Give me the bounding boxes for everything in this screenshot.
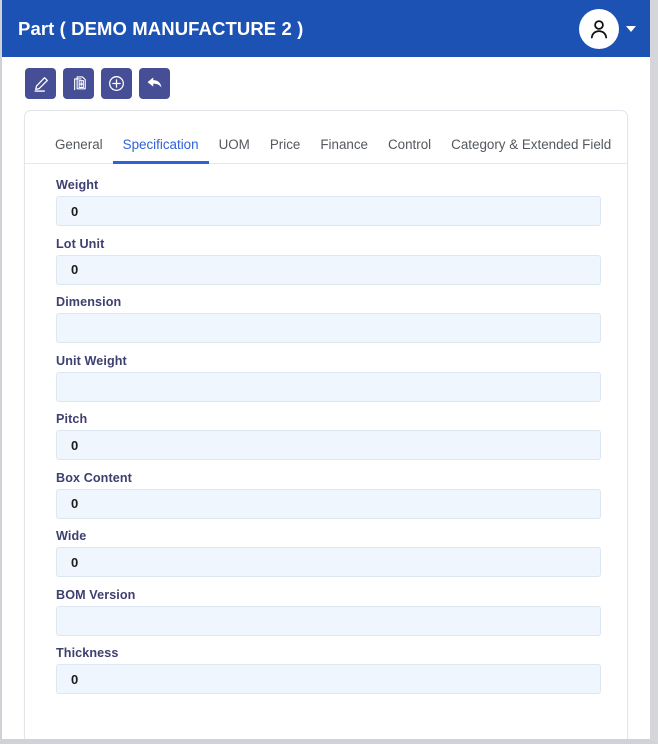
field-dimension: Dimension bbox=[56, 295, 601, 343]
field-label-weight: Weight bbox=[56, 178, 99, 192]
tab-finance[interactable]: Finance bbox=[310, 133, 378, 164]
content-card: General Specification UOM Price Finance … bbox=[24, 110, 628, 739]
action-toolbar bbox=[2, 57, 650, 109]
app-window: Part ( DEMO MANUFACTURE 2 ) General Spec… bbox=[0, 0, 658, 744]
field-wide: Wide bbox=[56, 529, 601, 577]
field-label-wide: Wide bbox=[56, 529, 87, 543]
field-weight: Weight bbox=[56, 178, 601, 226]
user-avatar-icon[interactable] bbox=[579, 8, 619, 49]
specification-form: Weight Lot Unit Dimension Unit Weight Pi… bbox=[25, 164, 627, 694]
add-button[interactable] bbox=[101, 68, 132, 99]
copy-button[interactable] bbox=[63, 68, 94, 99]
input-unit-weight[interactable] bbox=[56, 371, 601, 402]
header-account-area[interactable] bbox=[579, 8, 636, 49]
input-pitch[interactable] bbox=[56, 430, 601, 460]
input-weight[interactable] bbox=[56, 196, 601, 226]
input-lot-unit[interactable] bbox=[56, 254, 601, 285]
field-thickness: Thickness bbox=[56, 646, 601, 694]
field-label-lot-unit: Lot Unit bbox=[56, 236, 105, 251]
tab-specification[interactable]: Specification bbox=[112, 133, 209, 164]
field-box-content: Box Content bbox=[56, 471, 601, 519]
copy-document-icon bbox=[70, 75, 88, 93]
back-button[interactable] bbox=[139, 68, 170, 99]
tab-general[interactable]: General bbox=[45, 133, 113, 164]
field-lot-unit: Lot Unit bbox=[56, 237, 601, 285]
chevron-down-icon[interactable] bbox=[626, 25, 636, 32]
field-label-dimension: Dimension bbox=[56, 295, 122, 309]
tab-uom[interactable]: UOM bbox=[209, 133, 260, 164]
tab-category-extended-field[interactable]: Category & Extended Field bbox=[441, 133, 621, 164]
edit-button[interactable] bbox=[25, 68, 56, 99]
input-wide[interactable] bbox=[56, 547, 601, 577]
field-label-bom-version: BOM Version bbox=[56, 587, 136, 602]
app-header: Part ( DEMO MANUFACTURE 2 ) bbox=[2, 0, 650, 57]
field-label-thickness: Thickness bbox=[56, 646, 119, 660]
input-bom-version[interactable] bbox=[56, 605, 601, 636]
input-thickness[interactable] bbox=[56, 664, 601, 694]
pencil-edit-icon bbox=[32, 75, 50, 93]
plus-circle-icon bbox=[107, 74, 126, 93]
input-dimension[interactable] bbox=[56, 313, 601, 343]
field-pitch: Pitch bbox=[56, 412, 601, 460]
tab-control[interactable]: Control bbox=[378, 133, 441, 164]
input-box-content[interactable] bbox=[56, 488, 601, 519]
field-unit-weight: Unit Weight bbox=[56, 354, 601, 402]
field-bom-version: BOM Version bbox=[56, 588, 601, 636]
page-title: Part ( DEMO MANUFACTURE 2 ) bbox=[18, 17, 304, 39]
tab-price[interactable]: Price bbox=[260, 133, 311, 164]
tab-bar: General Specification UOM Price Finance … bbox=[25, 133, 627, 164]
field-label-unit-weight: Unit Weight bbox=[56, 353, 127, 368]
field-label-box-content: Box Content bbox=[56, 470, 132, 485]
field-label-pitch: Pitch bbox=[56, 412, 88, 426]
back-arrow-icon bbox=[145, 74, 164, 93]
